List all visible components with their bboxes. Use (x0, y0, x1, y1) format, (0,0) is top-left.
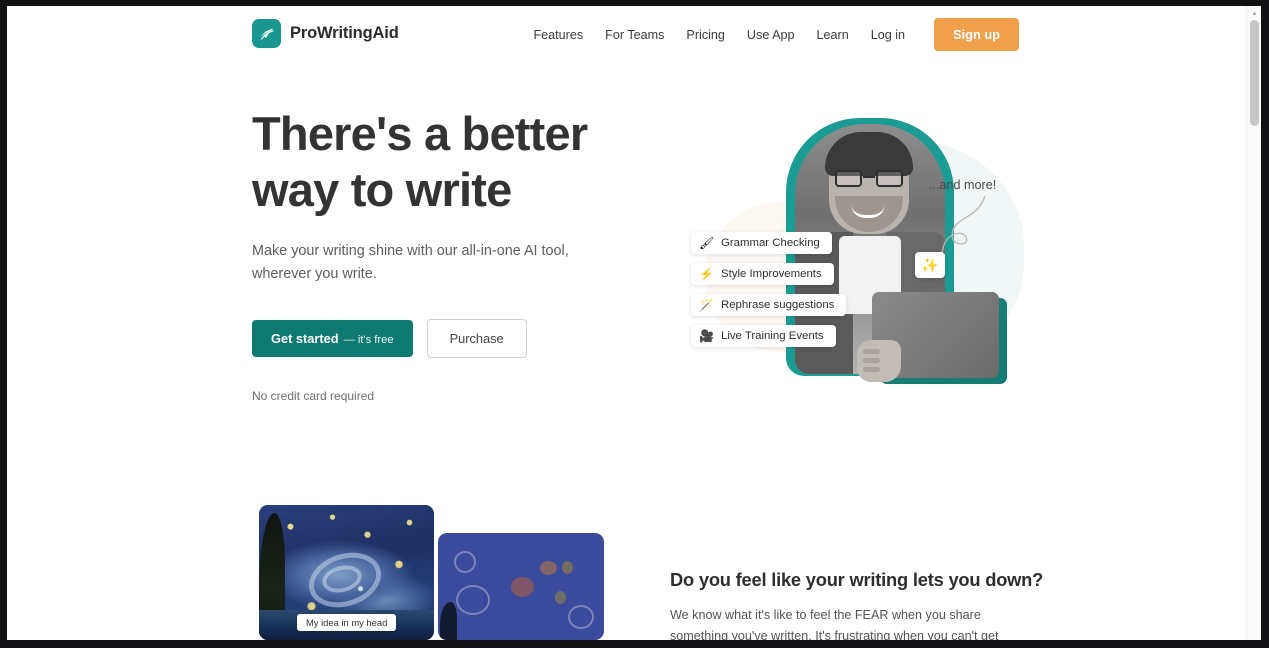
flat-painting-illustration (438, 533, 604, 640)
main-navigation: Features For Teams Pricing Use App Learn… (522, 18, 1019, 51)
hero-cta-group: Get started — it's free Purchase (252, 319, 652, 358)
browser-viewport: ProWritingAid Features For Teams Pricing… (7, 6, 1261, 640)
get-started-label: Get started (271, 331, 339, 346)
hero-section: There's a better way to write Make your … (252, 106, 652, 403)
brand-logo[interactable]: ProWritingAid (252, 19, 399, 48)
sign-up-button[interactable]: Sign up (934, 18, 1019, 51)
feature-chip-label: Live Training Events (721, 330, 824, 342)
finger (863, 367, 880, 372)
window-chrome-bottom (0, 640, 1269, 648)
and-more-callout: ...and more! (929, 178, 997, 192)
hero-title: There's a better way to write (252, 106, 652, 218)
scrollbar-up-arrow-icon[interactable]: ▴ (1247, 6, 1261, 20)
magic-wand-icon: 🪄 (699, 298, 714, 312)
nav-item-use-app[interactable]: Use App (736, 20, 806, 50)
feature-chip-label: Style Improvements (721, 268, 822, 280)
glasses-icon (835, 170, 903, 187)
window-chrome-left (0, 0, 7, 648)
vertical-scrollbar[interactable]: ▴ (1246, 6, 1261, 640)
feature-chip-style-improvements[interactable]: ⚡ Style Improvements (691, 263, 834, 285)
scrollbar-thumb[interactable] (1250, 20, 1259, 126)
hero-title-line-1: There's a better (252, 107, 588, 160)
starry-night-illustration: My idea in my head (259, 505, 434, 640)
spiral-doodle (454, 551, 476, 573)
nav-item-log-in[interactable]: Log in (860, 20, 916, 50)
feature-chip-rephrase-suggestions[interactable]: 🪄 Rephrase suggestions (691, 294, 847, 316)
brand-name: ProWritingAid (290, 24, 399, 42)
finger (863, 349, 880, 354)
get-started-free-tag: — it's free (343, 334, 394, 346)
feature-chip-list: 🖌 Grammar Checking ⚡ Style Improvements … (691, 232, 847, 356)
section-title: Do you feel like your writing lets you d… (670, 569, 1044, 590)
feature-chip-label: Grammar Checking (721, 237, 820, 249)
nav-item-features[interactable]: Features (522, 20, 594, 50)
quill-pen-icon: 🖌 (699, 236, 715, 250)
nav-item-learn[interactable]: Learn (806, 20, 860, 50)
video-camera-icon: 🎥 (699, 329, 714, 343)
purchase-button[interactable]: Purchase (426, 319, 527, 358)
feature-chip-live-training-events[interactable]: 🎥 Live Training Events (691, 325, 836, 347)
paint-blotch (511, 577, 534, 597)
paint-blotch (562, 561, 573, 574)
glasses-lens-left (835, 170, 862, 187)
sparkles-badge: ✨ (915, 252, 945, 278)
glasses-lens-right (876, 170, 903, 187)
nav-item-for-teams[interactable]: For Teams (594, 20, 675, 50)
page-content: ProWritingAid Features For Teams Pricing… (7, 6, 1246, 640)
image-caption: My idea in my head (297, 614, 397, 631)
browser-frame: ProWritingAid Features For Teams Pricing… (0, 0, 1269, 648)
lightning-bolt-icon: ⚡ (699, 267, 714, 281)
paint-blotch (540, 561, 557, 575)
sparkles-icon: ✨ (921, 256, 939, 273)
no-credit-card-note: No credit card required (252, 389, 375, 403)
get-started-button[interactable]: Get started — it's free (252, 320, 413, 357)
book-leaf-icon (252, 19, 281, 48)
section-writing-lets-you-down: Do you feel like your writing lets you d… (670, 569, 1044, 640)
cypress-tree (440, 602, 457, 640)
finger (863, 358, 880, 363)
paint-blotch (555, 591, 566, 604)
hand (857, 340, 901, 382)
feature-chip-grammar-checking[interactable]: 🖌 Grammar Checking (691, 232, 832, 254)
hero-title-line-2: way to write (252, 163, 512, 216)
nav-item-pricing[interactable]: Pricing (675, 20, 736, 50)
section-body-text: We know what it's like to feel the FEAR … (670, 608, 999, 640)
site-header: ProWritingAid Features For Teams Pricing… (7, 6, 1246, 62)
spiral-doodle (456, 585, 490, 615)
hero-subtitle: Make your writing shine with our all-in-… (252, 243, 569, 282)
spiral-doodle (568, 605, 594, 629)
glasses-bridge (863, 176, 875, 179)
feature-chip-label: Rephrase suggestions (721, 299, 835, 311)
hero-illustration: 🖌 Grammar Checking ⚡ Style Improvements … (667, 102, 1037, 402)
window-chrome-right (1261, 0, 1269, 648)
